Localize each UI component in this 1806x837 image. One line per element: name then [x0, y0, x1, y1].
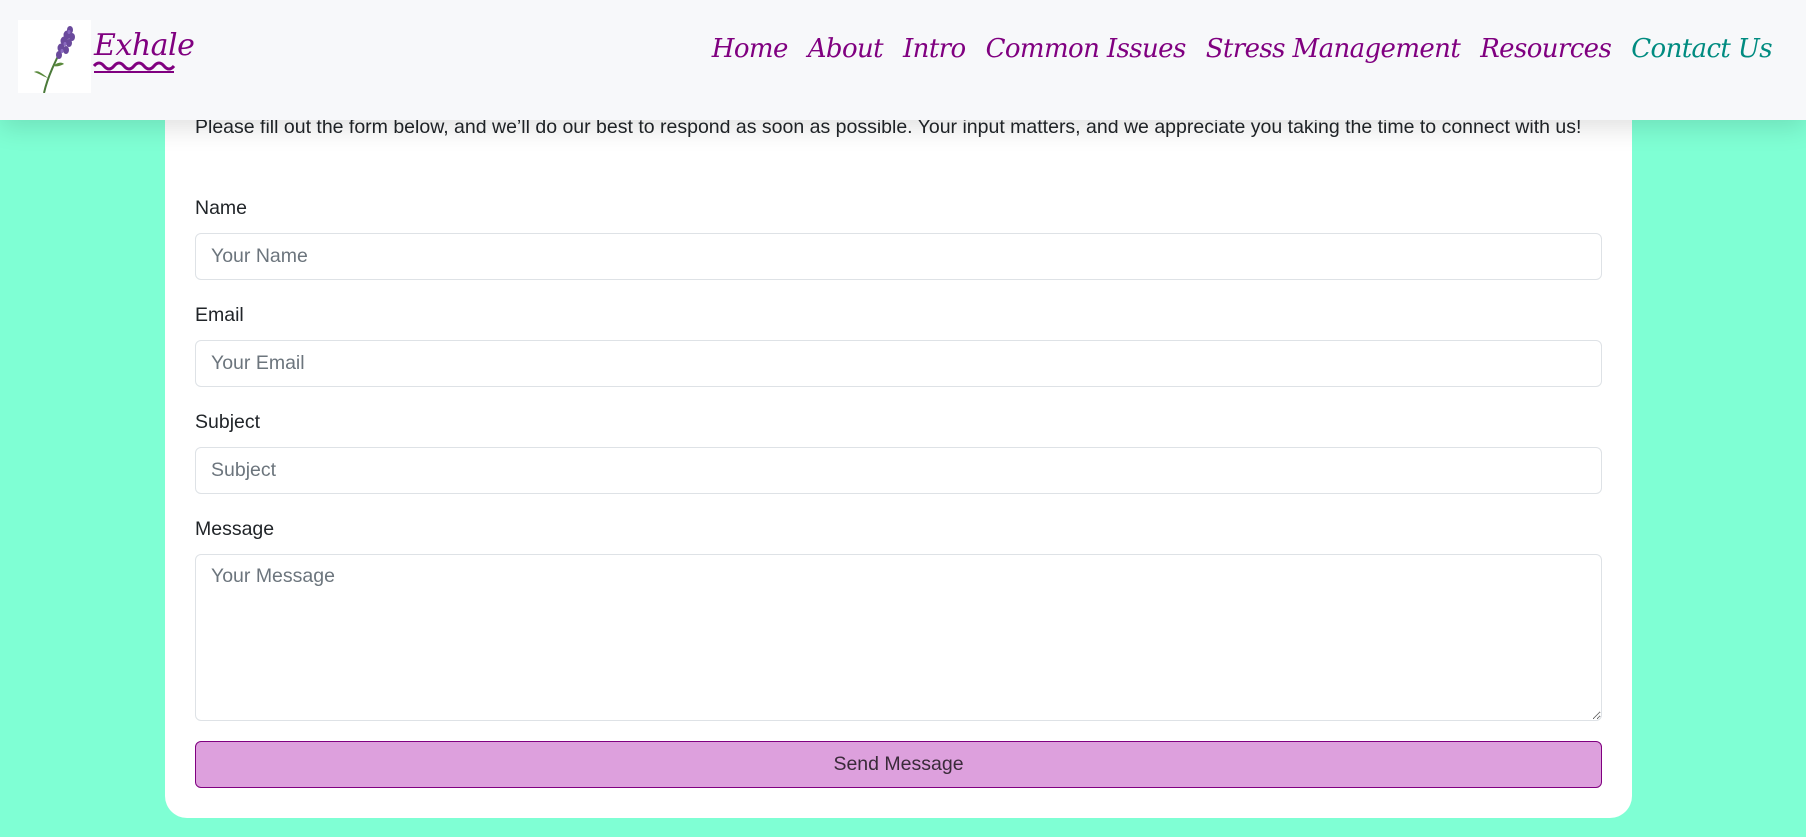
nav-contact-us[interactable]: Contact Us: [1631, 34, 1772, 64]
name-input[interactable]: [195, 233, 1602, 280]
email-label: Email: [195, 304, 244, 326]
navbar: Exhale Home About Intro Common Issues St…: [0, 0, 1806, 120]
send-message-button[interactable]: Send Message: [195, 741, 1602, 788]
nav-home[interactable]: Home: [712, 34, 789, 64]
main-nav: Home About Intro Common Issues Stress Ma…: [712, 34, 1773, 64]
brand-name[interactable]: Exhale: [94, 28, 195, 63]
nav-stress-management[interactable]: Stress Management: [1206, 34, 1461, 64]
email-input[interactable]: [195, 340, 1602, 387]
subject-input[interactable]: [195, 447, 1602, 494]
nav-about[interactable]: About: [808, 34, 884, 64]
subject-label: Subject: [195, 411, 261, 433]
name-label: Name: [195, 197, 248, 219]
contact-form-card: Please fill out the form below, and we’l…: [165, 40, 1632, 818]
nav-intro[interactable]: Intro: [903, 34, 966, 64]
lavender-sprig-icon[interactable]: [18, 20, 91, 93]
message-textarea[interactable]: [195, 554, 1602, 721]
message-label: Message: [195, 518, 275, 540]
nav-common-issues[interactable]: Common Issues: [986, 34, 1187, 64]
nav-resources[interactable]: Resources: [1480, 34, 1612, 64]
wave-underline: [92, 61, 176, 73]
